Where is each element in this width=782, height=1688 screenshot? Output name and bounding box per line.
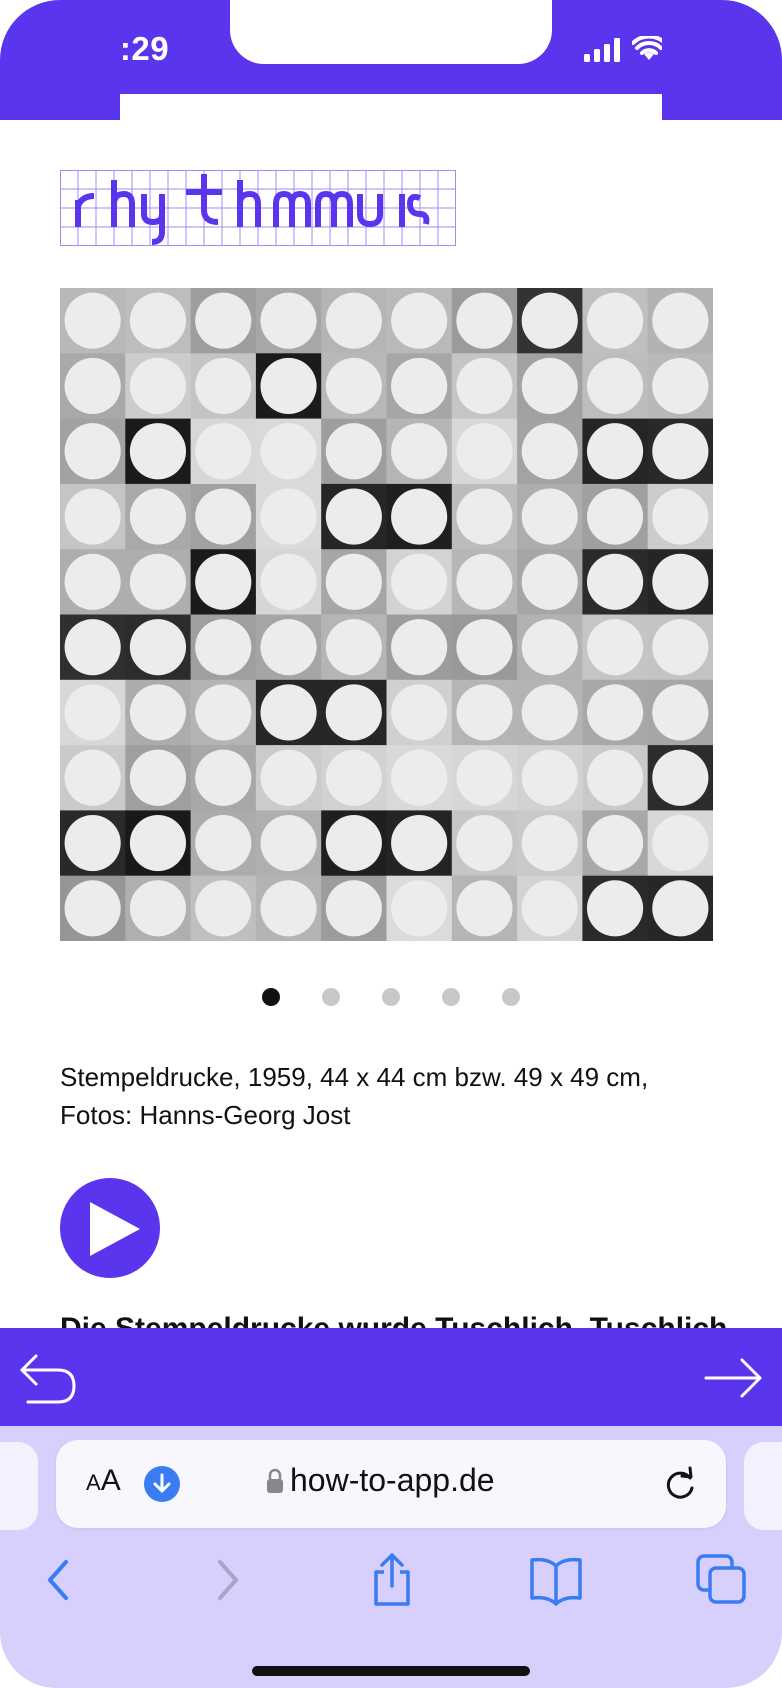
book-icon	[530, 1557, 582, 1606]
play-audio-button[interactable]	[60, 1178, 160, 1278]
previous-tab-peek[interactable]	[0, 1442, 38, 1530]
artwork-image[interactable]	[60, 288, 714, 942]
reload-icon	[666, 1466, 694, 1499]
screen-corner-left	[0, 0, 120, 120]
home-indicator	[252, 1666, 530, 1676]
phone-screen: 11:29 Stempeldrucke, 1959, 44 x 44 cm bz…	[0, 0, 782, 1688]
back-button[interactable]	[18, 1348, 82, 1408]
caption-line-2: Fotos: Hanns-Georg Jost	[60, 1100, 351, 1130]
reload-button[interactable]	[660, 1464, 700, 1504]
rhythmus-logo	[60, 170, 456, 246]
caption-line-1: Stempeldrucke, 1959, 44 x 44 cm bzw. 49 …	[60, 1062, 649, 1092]
carousel-dot[interactable]	[502, 988, 520, 1006]
browser-back-button[interactable]	[30, 1550, 90, 1610]
address-bar[interactable]: AA how-to-app.de	[56, 1440, 726, 1528]
image-caption: Stempeldrucke, 1959, 44 x 44 cm bzw. 49 …	[60, 1058, 740, 1134]
screen-corner-right	[662, 0, 782, 120]
tabs-button[interactable]	[692, 1550, 752, 1610]
notch	[230, 0, 552, 64]
next-button[interactable]	[702, 1348, 766, 1408]
carousel-dot[interactable]	[442, 988, 460, 1006]
stamp-print-grid	[60, 288, 714, 942]
app-navigation-bar	[0, 1328, 782, 1426]
url-text-group: how-to-app.de	[266, 1462, 495, 1499]
download-icon[interactable]	[144, 1466, 180, 1502]
next-tab-peek[interactable]	[744, 1442, 782, 1530]
wifi-icon	[632, 36, 666, 60]
carousel-dot[interactable]	[262, 988, 280, 1006]
reader-options-button[interactable]: AA	[86, 1464, 121, 1498]
play-icon	[90, 1202, 140, 1256]
tabs-icon	[696, 1554, 746, 1604]
carousel-dot[interactable]	[322, 988, 340, 1006]
bookmarks-button[interactable]	[526, 1550, 586, 1610]
carousel-dot[interactable]	[382, 988, 400, 1006]
share-button[interactable]	[362, 1550, 422, 1610]
browser-forward-button[interactable]	[196, 1550, 256, 1610]
right-arrow-icon	[704, 1358, 762, 1398]
lock-icon	[267, 1468, 283, 1493]
undo-arrow-icon	[20, 1354, 76, 1404]
chevron-right-icon	[218, 1560, 238, 1600]
signal-icon	[584, 38, 620, 62]
carousel-dots	[0, 988, 782, 1006]
browser-toolbar: AA how-to-app.de	[0, 1426, 782, 1688]
url-text: how-to-app.de	[290, 1462, 495, 1498]
chevron-left-icon	[48, 1560, 68, 1600]
share-icon	[374, 1553, 410, 1606]
